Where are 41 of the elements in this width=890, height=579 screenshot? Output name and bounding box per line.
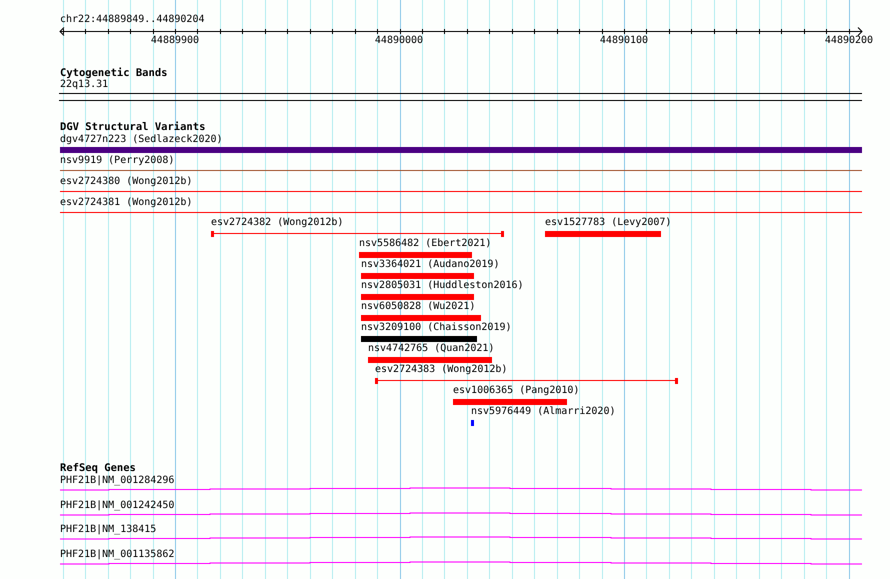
gene-label: PHF21B|NM_001284296	[60, 475, 174, 487]
variant-bar[interactable]	[361, 336, 477, 342]
variant-label: nsv3364021 (Audano2019)	[361, 259, 500, 271]
variant-bar[interactable]	[361, 294, 474, 300]
cytoband[interactable]	[59, 93, 862, 101]
variant-label: nsv5976449 (Almarri2020)	[471, 406, 616, 418]
gene-label: PHF21B|NM_001242450	[60, 500, 174, 512]
variant-label: esv2724382 (Wong2012b)	[211, 217, 344, 229]
variant-label: nsv4742765 (Quan2021)	[368, 343, 494, 355]
track-title: DGV Structural Variants	[60, 121, 206, 133]
variant-bar[interactable]	[361, 315, 481, 321]
variant-label: nsv2805031 (Huddleston2016)	[361, 280, 524, 292]
variant-label: dgv4727n223 (Sedlazeck2020)	[60, 134, 223, 146]
location-label: chr22:44889849..44890204	[60, 14, 204, 26]
gene-label: PHF21B|NM_001135862	[60, 549, 174, 562]
variant-bar[interactable]	[471, 420, 474, 426]
gene-label: PHF21B|NM_138415	[60, 524, 156, 536]
variant-bar[interactable]	[359, 252, 472, 258]
ruler-tick-label: 44890100	[600, 35, 648, 47]
variant-label: esv2724383 (Wong2012b)	[375, 364, 508, 376]
variant-bar[interactable]	[60, 147, 862, 153]
variant-bar[interactable]	[368, 357, 492, 363]
variant-label: esv1006365 (Pang2010)	[453, 385, 580, 397]
variant-label: esv2724381 (Wong2012b)	[60, 197, 192, 209]
variant-label: nsv3209100 (Chaisson2019)	[361, 322, 512, 334]
variant-label: nsv5586482 (Ebert2021)	[359, 238, 492, 250]
variant-label: esv2724380 (Wong2012b)	[60, 176, 192, 188]
ruler-tick-label: 44890000	[374, 35, 424, 47]
variant-bar[interactable]	[361, 273, 474, 279]
variant-bar[interactable]	[453, 399, 567, 405]
ruler-tick-label: 44890200	[824, 35, 874, 47]
variant-label: esv1527783 (Levy2007)	[545, 217, 672, 229]
variant-interval[interactable]	[211, 231, 504, 237]
variant-label: nsv9919 (Perry2008)	[60, 155, 174, 167]
track-title: Cytogenetic Bands	[60, 67, 168, 79]
variant-interval[interactable]	[375, 378, 678, 384]
band-label: 22q13.31	[60, 79, 108, 91]
variant-bar[interactable]	[545, 231, 661, 237]
ruler-tick-label: 44889900	[150, 35, 200, 47]
variant-label: nsv6050828 (Wu2021)	[361, 301, 476, 313]
track-title: RefSeq Genes	[60, 462, 136, 474]
